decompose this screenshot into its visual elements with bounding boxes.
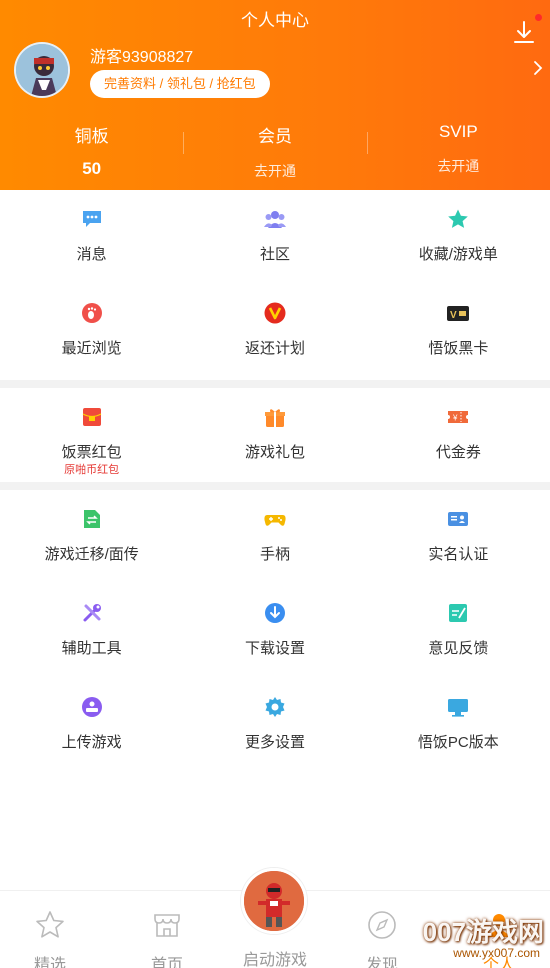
avatar[interactable]	[14, 42, 70, 98]
footprint-icon	[81, 303, 102, 323]
menu-item-game-gift[interactable]: 游戏礼包	[183, 388, 366, 482]
menu-item-label: 悟饭黑卡	[428, 340, 489, 357]
menu-item-download-settings[interactable]: 下载设置	[183, 584, 366, 678]
tab-label: 发现	[365, 957, 398, 968]
menu-item-black-card[interactable]: V 悟饭黑卡	[367, 284, 550, 378]
divider	[366, 132, 368, 154]
launch-game-button[interactable]	[241, 868, 307, 934]
menu-item-tools[interactable]: 辅助工具	[0, 584, 183, 678]
download-icon[interactable]	[512, 20, 536, 46]
watermark-url: www.yx007.com	[453, 946, 540, 960]
stat-member[interactable]: 会员 去开通	[183, 118, 366, 186]
stat-value: 去开通	[253, 163, 296, 179]
download-circle-icon	[264, 603, 285, 623]
shop-icon	[154, 914, 180, 937]
stat-label: 铜板	[74, 127, 109, 146]
page-title: 个人中心	[241, 11, 309, 30]
tab-label: 首页	[150, 957, 183, 968]
menu-item-community[interactable]: 社区	[183, 190, 366, 284]
gear-icon	[265, 697, 285, 717]
svg-text:V: V	[450, 310, 457, 321]
profile-header: 个人中心 游客93908827 完善资料 / 领礼包 / 抢红包 铜板 50 会…	[0, 0, 550, 190]
tab-featured[interactable]: 精选	[15, 909, 85, 968]
divider	[183, 132, 185, 154]
menu-item-label: 代金券	[435, 444, 481, 461]
launch-game-label[interactable]: 启动游戏	[235, 946, 315, 968]
menu-item-label: 辅助工具	[61, 640, 122, 657]
menu-item-pc-version[interactable]: 悟饭PC版本	[367, 678, 550, 772]
complete-profile-button[interactable]: 完善资料 / 领礼包 / 抢红包	[90, 70, 270, 98]
menu-item-recent[interactable]: 最近浏览	[0, 284, 183, 378]
id-card-icon	[448, 512, 469, 526]
section-divider	[0, 482, 550, 490]
menu-item-id-verify[interactable]: 实名认证	[367, 490, 550, 584]
username[interactable]: 游客93908827	[90, 43, 193, 67]
stat-label: 会员	[257, 127, 292, 146]
menu-item-label: 更多设置	[244, 734, 305, 751]
menu-section-rewards: 饭票红包 原啪币红包 游戏礼包 ¥ 代金券	[0, 388, 550, 482]
menu-item-upload-game[interactable]: 上传游戏	[0, 678, 183, 772]
menu-item-label: 最近浏览	[61, 340, 122, 357]
vip-card-icon: V	[447, 306, 470, 321]
tools-icon	[83, 604, 101, 622]
tab-discover[interactable]: 发现	[347, 909, 417, 968]
section-divider	[0, 380, 550, 388]
notification-dot	[535, 14, 542, 21]
stat-coins[interactable]: 铜板 50	[0, 118, 183, 186]
menu-item-sublabel: 原啪币红包	[64, 464, 120, 476]
menu-item-label: 游戏迁移/面传	[44, 546, 139, 563]
menu-item-label: 手柄	[259, 546, 290, 563]
menu-item-coupon[interactable]: ¥ 代金券	[367, 388, 550, 482]
menu-item-red-envelope[interactable]: 饭票红包 原啪币红包	[0, 388, 183, 482]
feedback-icon	[449, 604, 468, 622]
menu-item-label: 饭票红包	[61, 444, 122, 461]
menu-item-messages[interactable]: 消息	[0, 190, 183, 284]
svg-text:¥: ¥	[452, 414, 458, 423]
menu-item-label: 下载设置	[244, 640, 305, 657]
menu-item-gamepad[interactable]: 手柄	[183, 490, 366, 584]
menu-section-primary: 消息 社区 收藏/游戏单 最近浏览 返还计划 V 悟饭黑卡	[0, 190, 550, 378]
gift-icon	[264, 409, 285, 427]
menu-item-label: 游戏礼包	[244, 444, 305, 461]
stat-label: SVIP	[438, 122, 478, 141]
compass-icon	[368, 911, 396, 939]
chevron-right-icon[interactable]	[532, 58, 544, 78]
menu-item-label: 收藏/游戏单	[418, 246, 498, 263]
star-icon	[448, 209, 469, 228]
chat-icon	[82, 211, 101, 227]
menu-item-label: 意见反馈	[428, 640, 489, 657]
menu-section-tools: 游戏迁移/面传 手柄 实名认证 辅助工具 下载设置 意见反馈 上传游戏 更多设置…	[0, 490, 550, 772]
menu-item-label: 上传游戏	[61, 734, 122, 751]
watermark-logo: 007游戏网	[422, 917, 544, 947]
menu-item-more-settings[interactable]: 更多设置	[183, 678, 366, 772]
menu-item-game-transfer[interactable]: 游戏迁移/面传	[0, 490, 183, 584]
menu-item-label: 返还计划	[244, 340, 305, 357]
coupon-icon: ¥	[448, 411, 469, 423]
rebate-icon	[264, 302, 286, 324]
launch-game-icon	[244, 871, 304, 931]
transfer-icon	[83, 510, 100, 528]
stat-value: 去开通	[437, 158, 480, 174]
tab-label: 精选	[33, 957, 66, 968]
menu-item-rebate[interactable]: 返还计划	[183, 284, 366, 378]
community-icon	[263, 211, 286, 228]
star-outline-icon	[36, 911, 64, 938]
gamepad-icon	[264, 515, 286, 526]
red-envelope-icon	[82, 408, 101, 426]
tab-home[interactable]: 首页	[132, 909, 202, 968]
stat-value: 50	[82, 159, 102, 178]
menu-item-favorites[interactable]: 收藏/游戏单	[367, 190, 550, 284]
menu-item-label: 社区	[259, 246, 290, 263]
menu-item-label: 消息	[76, 246, 107, 263]
menu-item-label: 悟饭PC版本	[417, 734, 499, 751]
upload-icon	[81, 697, 102, 717]
menu-item-label: 实名认证	[428, 546, 489, 563]
menu-item-feedback[interactable]: 意见反馈	[367, 584, 550, 678]
monitor-icon	[448, 699, 469, 717]
stat-svip[interactable]: SVIP 去开通	[366, 118, 550, 186]
stats-bar: 铜板 50 会员 去开通 SVIP 去开通	[0, 118, 550, 186]
